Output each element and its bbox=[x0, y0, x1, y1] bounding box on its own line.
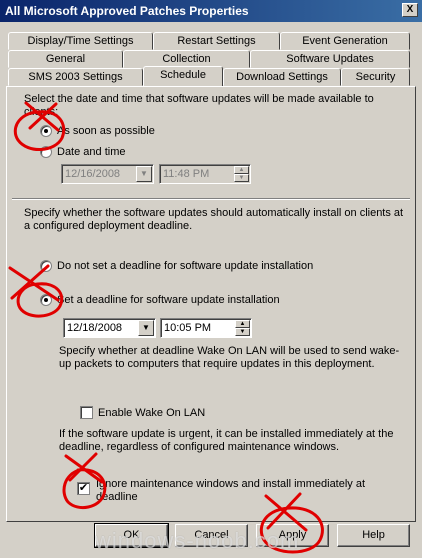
radio-no-deadline[interactable] bbox=[40, 260, 52, 272]
deadline-date-value: 12/18/2008 bbox=[67, 322, 123, 334]
radio-date-and-time[interactable] bbox=[40, 146, 52, 158]
deadline-time-value: 10:05 PM bbox=[164, 322, 212, 334]
radio-selected-dot bbox=[44, 129, 48, 133]
label-date-and-time: Date and time bbox=[57, 146, 126, 158]
radio-as-soon-as-possible[interactable] bbox=[40, 125, 52, 137]
deadline-prompt: Specify whether the software updates sho… bbox=[24, 207, 404, 232]
tab-restart-settings[interactable]: Restart Settings bbox=[153, 32, 280, 50]
label-as-soon-as-possible: As soon as possible bbox=[57, 125, 155, 137]
tab-sms-2003-settings[interactable]: SMS 2003 Settings bbox=[8, 68, 143, 86]
tab-display-time-settings[interactable]: Display/Time Settings bbox=[8, 32, 153, 50]
label-set-deadline: Set a deadline for software update insta… bbox=[57, 294, 280, 306]
urgent-update-prompt: If the software update is urgent, it can… bbox=[59, 428, 394, 453]
tab-general[interactable]: General bbox=[8, 50, 123, 68]
tab-event-generation[interactable]: Event Generation bbox=[280, 32, 410, 50]
deadline-date-picker[interactable]: 12/18/2008 ▼ bbox=[63, 318, 156, 338]
tab-security[interactable]: Security bbox=[341, 68, 410, 86]
spin-up-icon[interactable]: ▲ bbox=[234, 166, 249, 174]
checkbox-enable-wake-on-lan[interactable] bbox=[80, 406, 93, 419]
availability-prompt: Select the date and time that software u… bbox=[24, 93, 374, 118]
watermark: windows-noob.com bbox=[95, 528, 300, 553]
radio-selected-dot bbox=[44, 298, 48, 302]
deadline-time-picker[interactable]: 10:05 PM ▲ ▼ bbox=[160, 318, 252, 338]
availability-date-picker[interactable]: 12/16/2008 ▼ bbox=[61, 164, 154, 184]
label-enable-wake-on-lan: Enable Wake On LAN bbox=[98, 407, 206, 419]
wake-on-lan-prompt: Specify whether at deadline Wake On LAN … bbox=[59, 345, 400, 370]
availability-time-value: 11:48 PM bbox=[163, 168, 210, 180]
chevron-down-icon[interactable]: ▼ bbox=[136, 166, 152, 182]
availability-date-value: 12/16/2008 bbox=[65, 168, 121, 180]
tab-download-settings[interactable]: Download Settings bbox=[223, 68, 341, 86]
spin-down-icon[interactable]: ▼ bbox=[235, 328, 250, 336]
radio-set-deadline[interactable] bbox=[40, 294, 52, 306]
label-no-deadline: Do not set a deadline for software updat… bbox=[57, 260, 314, 272]
help-button[interactable]: Help bbox=[337, 524, 410, 547]
chevron-down-icon[interactable]: ▼ bbox=[138, 320, 154, 336]
tab-software-updates[interactable]: Software Updates bbox=[250, 50, 410, 68]
tab-schedule[interactable]: Schedule bbox=[143, 66, 223, 86]
close-icon: X bbox=[406, 4, 414, 15]
label-ignore-maintenance-windows: Ignore maintenance windows and install i… bbox=[96, 478, 366, 503]
section-divider bbox=[12, 198, 410, 200]
availability-time-picker[interactable]: 11:48 PM ▲ ▼ bbox=[159, 164, 251, 184]
spin-down-icon[interactable]: ▼ bbox=[234, 174, 249, 182]
window-title-bar[interactable]: All Microsoft Approved Patches Propertie… bbox=[0, 0, 422, 22]
check-icon: ✔ bbox=[78, 482, 89, 494]
spin-up-icon[interactable]: ▲ bbox=[235, 320, 250, 328]
checkbox-ignore-maintenance-windows[interactable]: ✔ bbox=[77, 482, 90, 495]
close-button[interactable]: X bbox=[402, 3, 418, 17]
window-title: All Microsoft Approved Patches Propertie… bbox=[5, 4, 249, 18]
